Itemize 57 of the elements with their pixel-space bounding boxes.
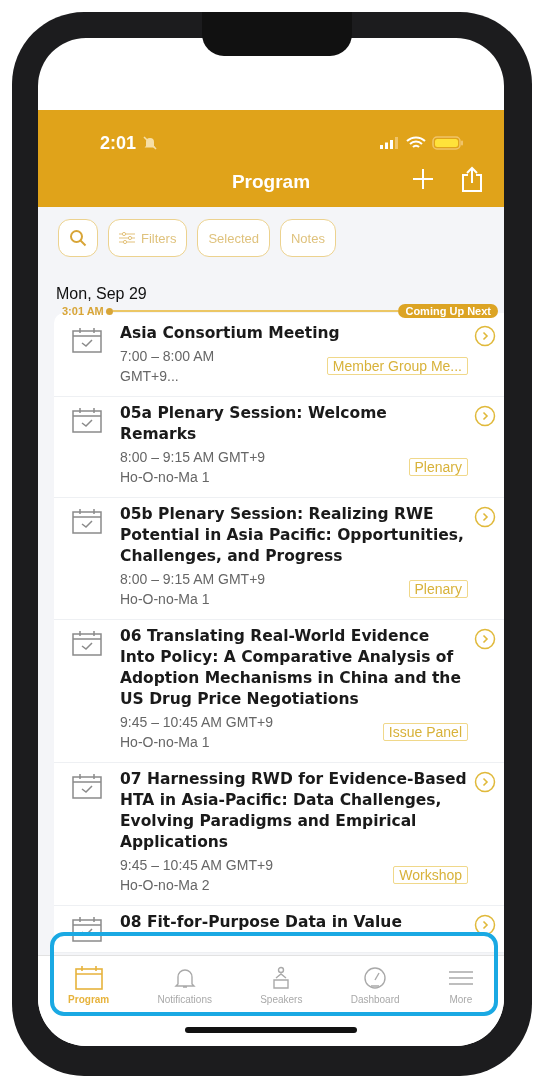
session-tag: Issue Panel	[382, 723, 468, 741]
session-time: 7:00 – 8:00 AM GMT+9...	[120, 347, 216, 386]
chevron-circle-icon[interactable]	[474, 325, 496, 347]
session-time: 8:00 – 9:15 AM GMT+9	[120, 448, 267, 467]
screen-title: Program	[231, 171, 311, 193]
chevron-circle-icon[interactable]	[474, 628, 496, 650]
session-tag: Workshop	[393, 866, 468, 884]
search-button[interactable]	[58, 219, 98, 257]
session-title[interactable]: 05b Plenary Session: Realizing RWE Potential in Asia Pacific: Opportunities, Challenges, and Progress	[120, 504, 468, 567]
coming-up-badge: Coming Up Next	[398, 304, 498, 318]
tab-item[interactable]: More	[445, 965, 476, 1005]
session-tag: Plenary	[408, 458, 468, 476]
session-title[interactable]: Asia Consortium Meeting	[120, 323, 468, 344]
wifi-icon	[406, 136, 426, 150]
session-room: Ho-O-no-Ma 1	[120, 590, 211, 609]
current-time: 3:01 AM	[62, 305, 104, 317]
muted-bell-icon	[142, 135, 159, 151]
calendar-check-icon[interactable]	[72, 916, 102, 942]
session-tag: Member Group Me...	[326, 357, 468, 375]
calendar-check-icon[interactable]	[72, 630, 102, 656]
calendar-check-icon[interactable]	[72, 508, 102, 534]
session-title[interactable]: 06 Translating Real-World Evidence Into Policy: A Comparative Analysis of Adoption Mechanisms in China and the US Drug Price Negotiations	[120, 626, 468, 710]
session-title[interactable]: 07 Harnessing RWD for Evidence-Based HTA in Asia-Pacific: Data Challenges, Evolving Paradigms and Empirical Applications	[120, 769, 468, 853]
session-title[interactable]: 08 Fit-for-Purpose Data in Value	[120, 912, 468, 933]
sliders-icon	[119, 232, 135, 244]
gauge-icon	[363, 965, 388, 990]
session-time: 9:45 – 10:45 AM GMT+9	[120, 856, 274, 875]
calendar-check-icon[interactable]	[72, 407, 102, 433]
add-icon[interactable]	[412, 168, 434, 190]
session-room: Ho-O-no-Ma 1	[120, 468, 211, 487]
battery-icon	[432, 136, 464, 150]
session-title[interactable]: 05a Plenary Session: Welcome Remarks	[120, 403, 468, 445]
session-room: Ho-O-no-Ma 2	[120, 876, 211, 895]
tab-item[interactable]: Notifications	[155, 965, 214, 1005]
calendar-icon	[74, 965, 103, 990]
share-icon[interactable]	[460, 166, 484, 192]
filter-chip[interactable]: Notes	[280, 219, 336, 257]
session-tag: Plenary	[408, 580, 468, 598]
session-room: Ho-O-no-Ma 1	[120, 733, 211, 752]
time-dot	[105, 307, 113, 315]
tab-item[interactable]: Program	[66, 965, 112, 1005]
chevron-circle-icon[interactable]	[474, 771, 496, 793]
tab-item[interactable]: Speakers	[258, 965, 305, 1005]
signal-icon	[380, 137, 400, 149]
search-icon	[69, 229, 87, 247]
tab-item[interactable]: Dashboard	[348, 965, 402, 1005]
filter-chip[interactable]: Filters	[108, 219, 188, 257]
status-time: 2:01	[100, 132, 137, 154]
calendar-check-icon[interactable]	[72, 327, 102, 353]
filter-chip[interactable]: Selected	[197, 219, 270, 257]
date-heading: Mon, Sep 29	[56, 285, 148, 303]
session-time: 9:45 – 10:45 AM GMT+9	[120, 713, 274, 732]
chevron-circle-icon[interactable]	[474, 914, 496, 936]
session-time: 8:00 – 9:15 AM GMT+9	[120, 570, 267, 589]
chevron-circle-icon[interactable]	[474, 405, 496, 427]
calendar-check-icon[interactable]	[72, 773, 102, 799]
chevron-circle-icon[interactable]	[474, 506, 496, 528]
